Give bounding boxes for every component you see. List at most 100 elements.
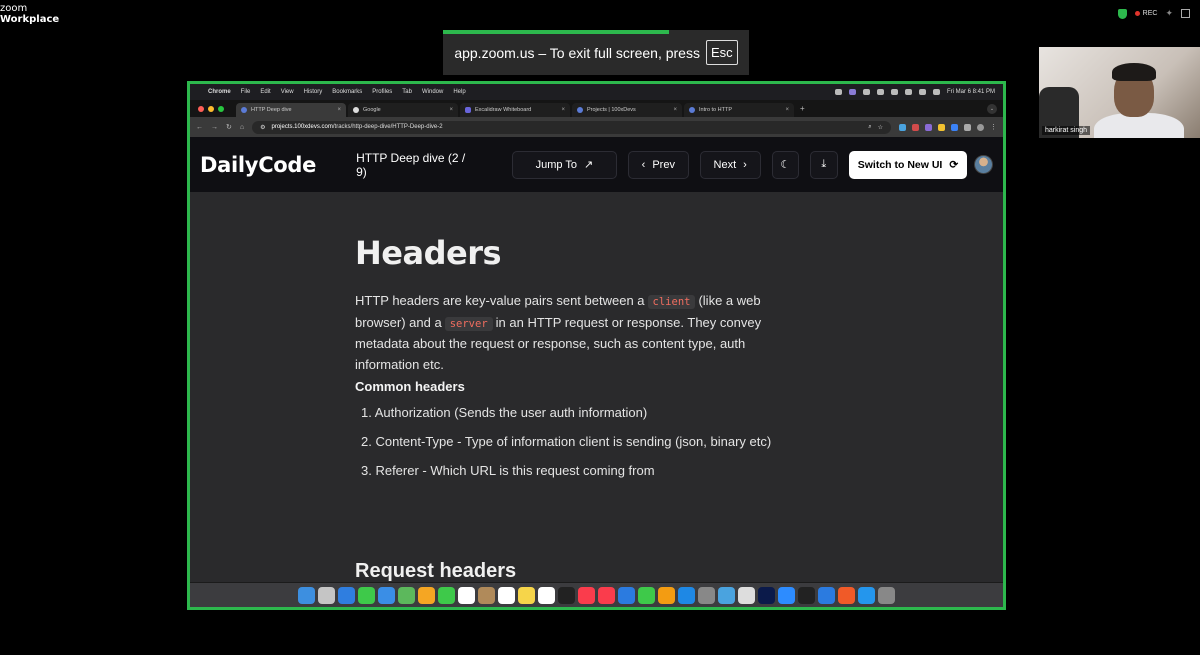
dailycode-logo[interactable]: DailyCode [200,153,316,177]
participant-name: harkirat singh [1042,126,1091,135]
zoom-icon[interactable] [778,586,795,604]
tab-excalidraw[interactable]: Excalidraw Whiteboard × [460,103,570,117]
url-bar[interactable]: ⚙ projects.100xdevs.com/tracks/http-deep… [252,120,891,134]
close-tab-icon[interactable]: × [785,107,789,113]
search-icon[interactable] [918,89,926,95]
menu-history[interactable]: History [304,89,323,95]
bookmark-star-icon[interactable]: ☆ [878,124,883,131]
menubar-clock[interactable]: Fri Mar 6 8:41 PM [947,89,995,95]
shield-icon[interactable] [1117,8,1127,19]
list-item: 2. Content-Type - Type of information cl… [361,434,772,449]
next-button[interactable]: Next › [699,150,761,179]
fullscreen-window-icon[interactable] [218,105,224,112]
facetime-icon[interactable] [438,586,455,604]
close-tab-icon[interactable]: × [337,107,341,113]
close-tab-icon[interactable]: × [561,107,565,113]
settings-icon[interactable] [698,586,715,604]
control-center-icon[interactable] [932,89,940,95]
contacts-icon[interactable] [478,586,495,604]
track-title: HTTP Deep dive (2 / 9) [356,150,466,179]
extension-icon[interactable] [938,123,945,131]
jump-to-button[interactable]: Jump To ↗ [511,150,617,179]
switch-ui-button[interactable]: Switch to New UI ⟳ [848,150,968,179]
brave-icon[interactable] [838,586,855,604]
tray-icon[interactable] [876,89,884,95]
close-tab-icon[interactable]: × [673,107,677,113]
calendar-icon[interactable] [458,586,475,604]
video-hair [1112,63,1156,81]
vscode-icon[interactable] [818,586,835,604]
home-icon[interactable]: ⌂ [240,124,244,131]
forward-icon[interactable]: → [211,124,218,131]
safari-icon[interactable] [338,586,355,604]
zoom-logo-line1: zoom [0,3,28,14]
sparkle-icon[interactable]: ✦ [1165,8,1173,19]
tv-icon[interactable] [558,586,575,604]
menu-file[interactable]: File [241,89,251,95]
terminal-icon[interactable] [798,586,815,604]
launchpad-icon[interactable] [318,586,335,604]
photos-icon[interactable] [418,586,435,604]
download-button[interactable]: ⤓ [810,150,838,179]
numbers-icon[interactable] [638,586,655,604]
tray-icon[interactable] [834,89,842,95]
extension-icon[interactable] [912,123,919,131]
theme-toggle-button[interactable]: ☾ [771,150,800,179]
menu-help[interactable]: Help [453,89,465,95]
prev-button[interactable]: ‹ Prev [627,150,689,179]
appstore-icon[interactable] [678,586,695,604]
menubar-app[interactable]: Chrome [208,89,231,95]
back-icon[interactable]: ← [196,124,203,131]
menu-view[interactable]: View [281,89,294,95]
pages-icon[interactable] [658,586,675,604]
recording-indicator[interactable]: REC [1134,10,1157,17]
menu-profiles[interactable]: Profiles [372,89,392,95]
zoom-status-bar: REC ✦ [1117,8,1190,19]
trash-icon[interactable] [878,586,895,604]
keynote-icon[interactable] [618,586,635,604]
reminders-icon[interactable] [498,586,515,604]
finder-icon[interactable] [298,586,315,604]
close-window-icon[interactable] [198,105,204,112]
tray-icon[interactable] [848,89,856,95]
minimize-window-icon[interactable] [208,105,214,112]
menu-edit[interactable]: Edit [260,89,270,95]
docker-icon[interactable] [858,586,875,604]
extension-icon[interactable] [899,123,906,131]
tab-google[interactable]: Google × [348,103,458,117]
extension-icon[interactable] [951,123,958,131]
wifi-icon[interactable] [904,89,912,95]
notes-icon[interactable] [518,586,535,604]
tab-intro-http[interactable]: Intro to HTTP × [684,103,794,117]
avatar[interactable] [974,155,993,174]
tab-search-icon[interactable]: ⌄ [987,103,997,114]
news-icon[interactable] [598,586,615,604]
moon-icon: ☾ [780,159,791,171]
profile-icon[interactable] [977,123,984,131]
puzzle-icon[interactable] [964,123,971,131]
menu-bookmarks[interactable]: Bookmarks [332,89,362,95]
zoom-lens-icon[interactable]: ⌕ [868,124,871,131]
chrome-icon[interactable] [738,586,755,604]
extension-icon[interactable] [925,123,932,131]
messages-icon[interactable] [358,586,375,604]
freeform-icon[interactable] [538,586,555,604]
reload-icon[interactable]: ↻ [226,123,232,131]
site-info-icon[interactable]: ⚙ [260,124,265,131]
participant-video[interactable]: harkirat singh [1039,47,1200,138]
menu-window[interactable]: Window [422,89,443,95]
kebab-menu-icon[interactable]: ⋮ [990,123,997,131]
close-tab-icon[interactable]: × [449,107,453,113]
new-tab-icon[interactable]: + [800,104,805,113]
premiere-icon[interactable] [758,586,775,604]
tab-projects[interactable]: Projects | 100xDevs × [572,103,682,117]
grid-view-icon[interactable] [1181,9,1190,18]
tray-icon[interactable] [890,89,898,95]
tab-http-deep-dive[interactable]: HTTP Deep dive × [236,103,346,117]
menu-tab[interactable]: Tab [402,89,412,95]
mail-icon[interactable] [378,586,395,604]
tray-icon[interactable] [862,89,870,95]
xcode-icon[interactable] [718,586,735,604]
music-icon[interactable] [578,586,595,604]
maps-icon[interactable] [398,586,415,604]
